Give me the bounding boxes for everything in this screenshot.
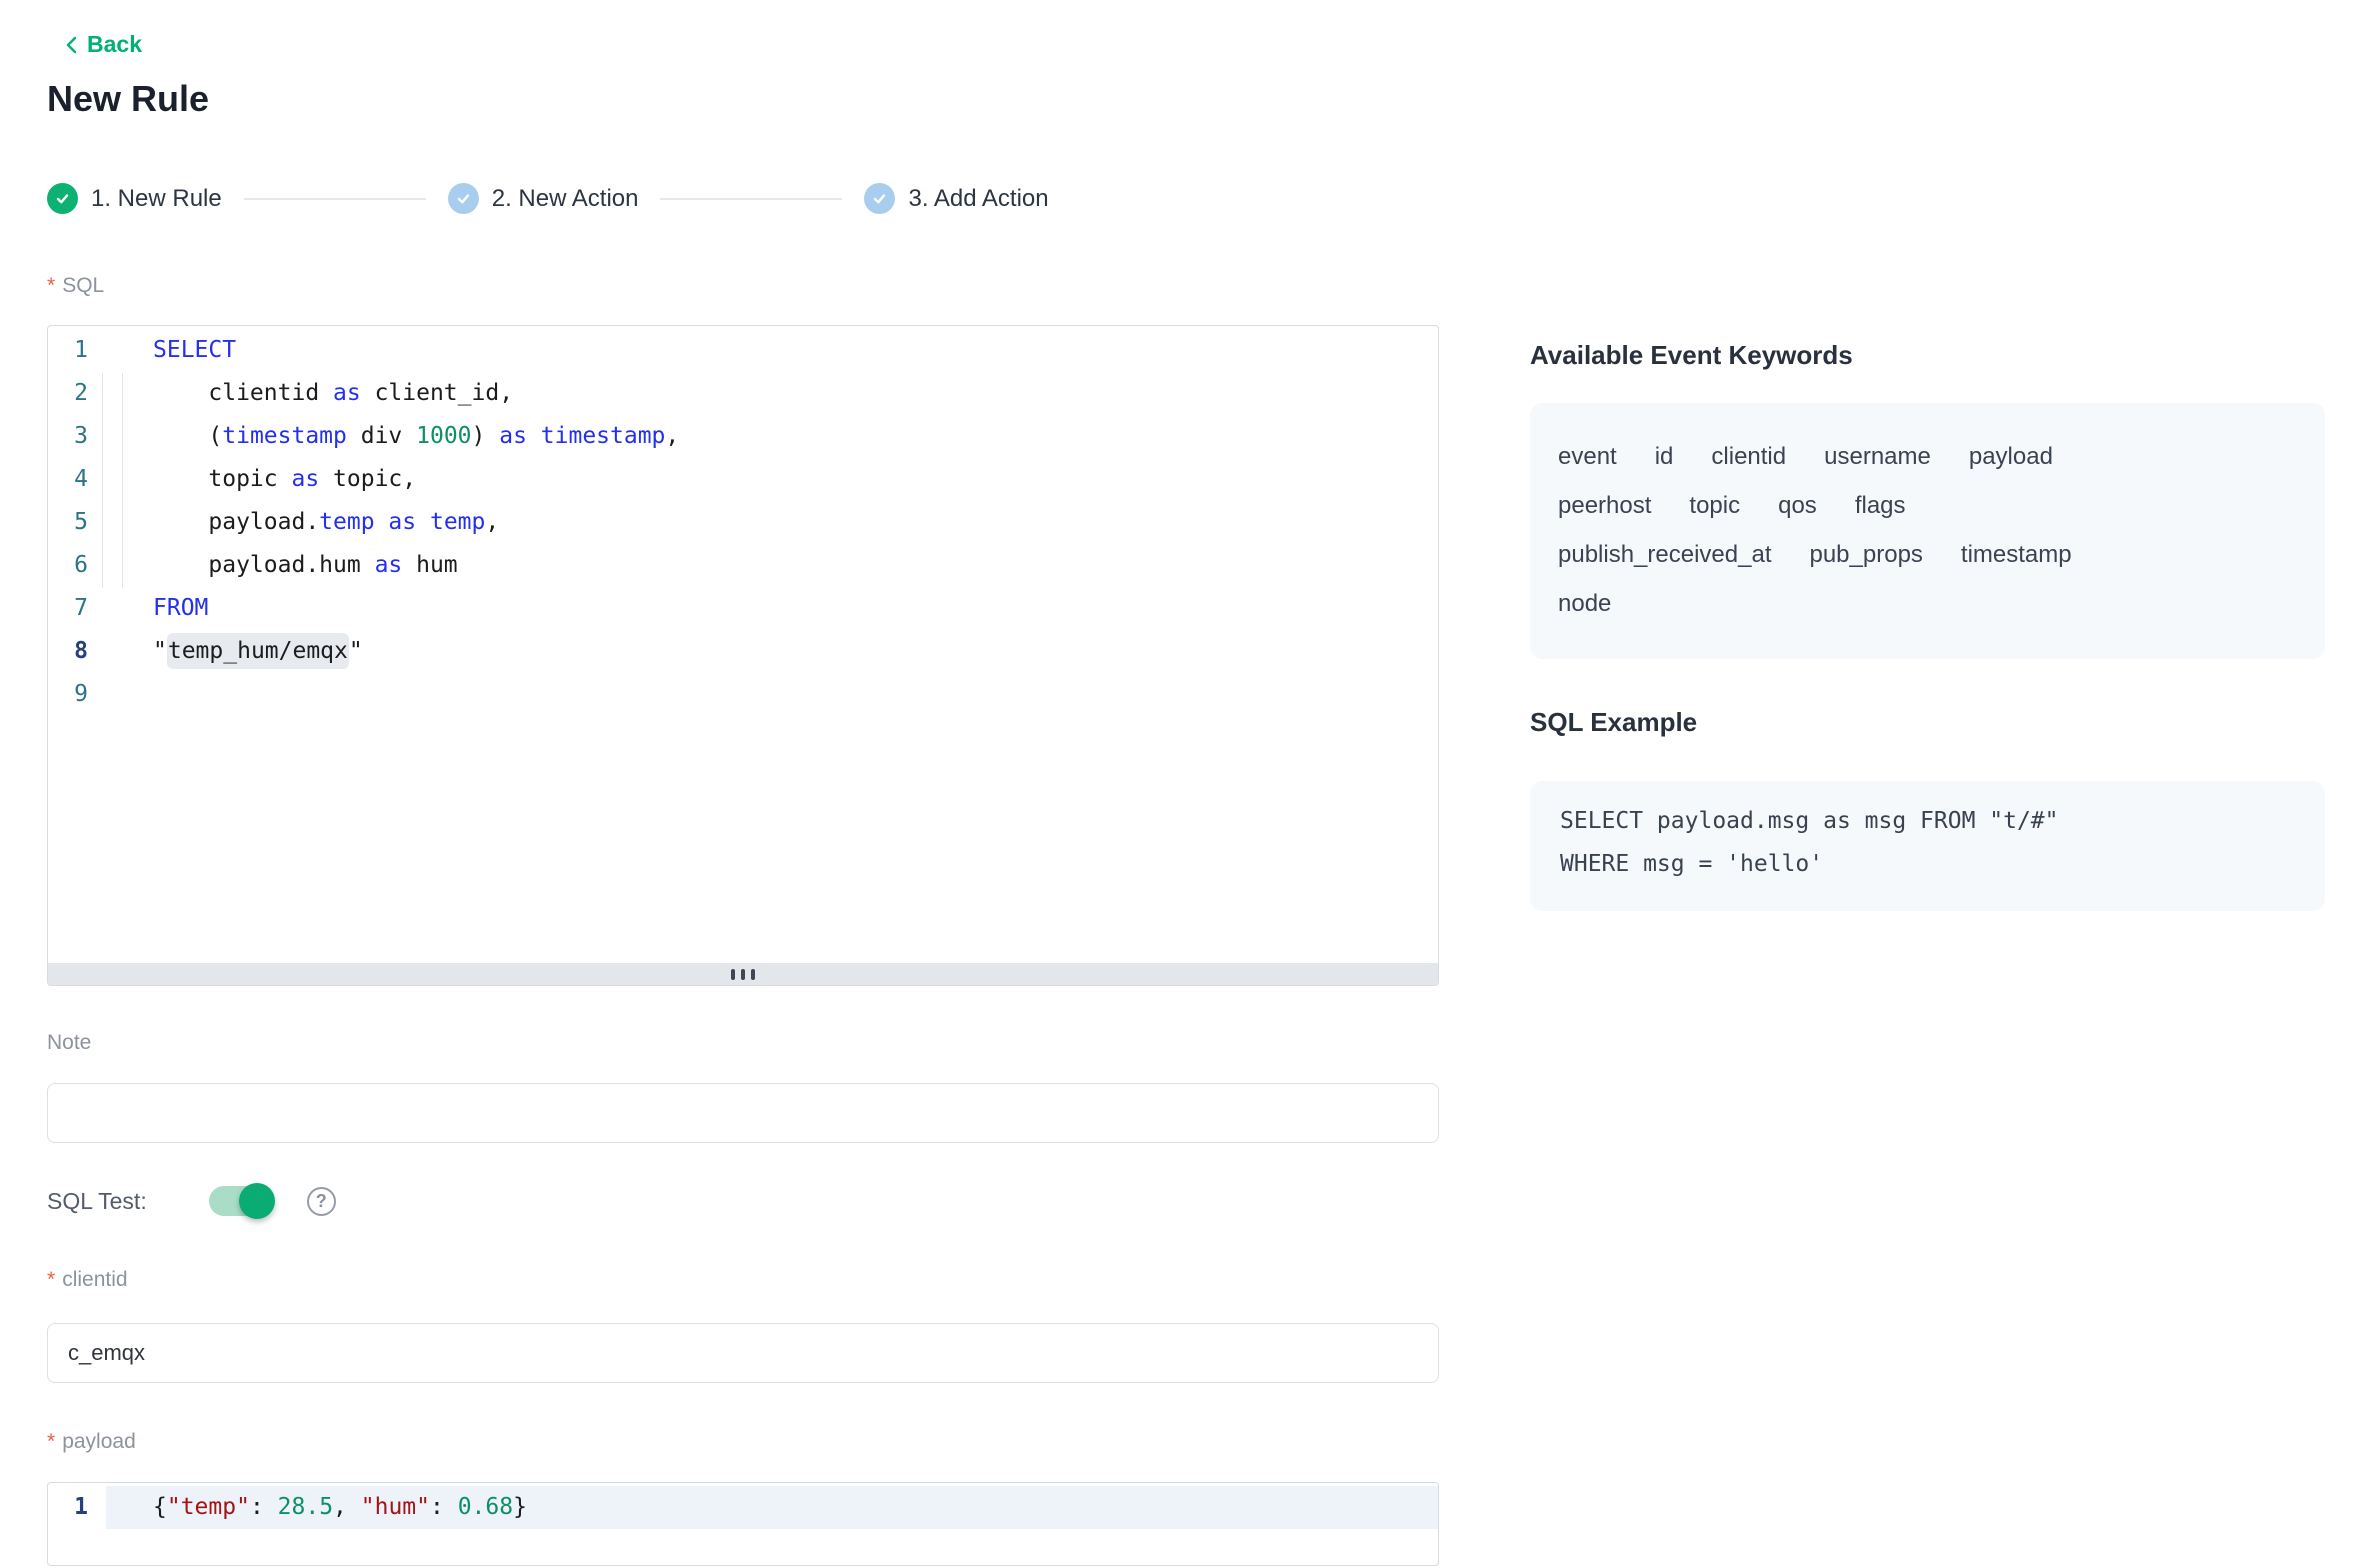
sql-example-panel: SELECT payload.msg as msg FROM "t/#" WHE… (1530, 781, 2325, 911)
sql-example-title: SQL Example (1530, 707, 1697, 738)
line-number: 2 (48, 372, 106, 415)
check-circle-icon (448, 183, 479, 214)
line-number: 5 (48, 501, 106, 544)
line-content: {"temp": 28.5, "hum": 0.68} (106, 1486, 1438, 1529)
keyword-item: peerhost (1558, 481, 1651, 530)
payload-field-label: *payload (47, 1430, 136, 1454)
code-line: 2 clientid as client_id, (48, 372, 1438, 415)
line-content (106, 673, 1438, 716)
line-number: 8 (48, 630, 106, 673)
line-content: clientid as client_id, (106, 372, 1438, 415)
sql-code-area[interactable]: 1SELECT2 clientid as client_id,3 (timest… (48, 326, 1438, 716)
back-label: Back (87, 31, 142, 58)
check-circle-icon (47, 183, 78, 214)
sql-test-toggle[interactable] (209, 1186, 273, 1216)
keyword-item: pub_props (1809, 530, 1922, 579)
step-connector (660, 198, 842, 200)
code-line: 3 (timestamp div 1000) as timestamp, (48, 415, 1438, 458)
line-number: 7 (48, 587, 106, 630)
line-number: 1 (48, 329, 106, 372)
note-field-label: Note (47, 1031, 91, 1055)
step-new-rule[interactable]: 1. New Rule (47, 183, 222, 214)
help-icon[interactable]: ? (307, 1187, 336, 1216)
step-label: 3. Add Action (908, 185, 1048, 213)
keywords-panel-title: Available Event Keywords (1530, 340, 1853, 371)
keyword-item: node (1558, 579, 1611, 628)
line-content: "temp_hum/emqx" (106, 630, 1438, 673)
step-add-action[interactable]: 3. Add Action (864, 183, 1048, 214)
clientid-input[interactable] (47, 1323, 1439, 1383)
line-content: (timestamp div 1000) as timestamp, (106, 415, 1438, 458)
sql-example-line: WHERE msg = 'hello' (1560, 843, 2295, 886)
sql-test-label: SQL Test: (47, 1188, 147, 1215)
indent-guide (122, 373, 123, 588)
sql-test-row: SQL Test: ? (47, 1186, 336, 1216)
sql-example-line: SELECT payload.msg as msg FROM "t/#" (1560, 800, 2295, 843)
code-line: 5 payload.temp as temp, (48, 501, 1438, 544)
step-new-action[interactable]: 2. New Action (448, 183, 639, 214)
line-content: SELECT (106, 329, 1438, 372)
line-content: payload.hum as hum (106, 544, 1438, 587)
keyword-item: username (1824, 432, 1931, 481)
code-line: 7FROM (48, 587, 1438, 630)
keyword-item: flags (1855, 481, 1906, 530)
keyword-item: publish_received_at (1558, 530, 1771, 579)
keyword-item: payload (1969, 432, 2053, 481)
keyword-item: clientid (1711, 432, 1786, 481)
sql-field-label: *SQL (47, 274, 104, 298)
keyword-row: node (1558, 579, 2297, 628)
keyword-item: qos (1778, 481, 1817, 530)
line-content: FROM (106, 587, 1438, 630)
required-marker: * (47, 274, 55, 297)
line-content: payload.temp as temp, (106, 501, 1438, 544)
step-label: 2. New Action (492, 185, 639, 213)
line-number: 1 (48, 1486, 106, 1529)
required-marker: * (47, 1268, 55, 1291)
toggle-knob (239, 1183, 275, 1219)
keyword-row: peerhost topic qos flags (1558, 481, 2297, 530)
code-line: 8"temp_hum/emqx" (48, 630, 1438, 673)
note-input[interactable] (47, 1083, 1439, 1143)
line-number: 9 (48, 673, 106, 716)
chevron-left-icon (64, 35, 79, 55)
line-number: 4 (48, 458, 106, 501)
required-marker: * (47, 1430, 55, 1453)
code-line: 9 (48, 673, 1438, 716)
line-number: 3 (48, 415, 106, 458)
clientid-field-label: *clientid (47, 1268, 128, 1292)
step-wizard: 1. New Rule 2. New Action 3. Add Action (47, 183, 1049, 214)
keyword-row: publish_received_at pub_props timestamp (1558, 530, 2297, 579)
keyword-item: event (1558, 432, 1617, 481)
keyword-row: eventid clientid username payload (1558, 432, 2297, 481)
indent-guide (102, 373, 103, 588)
payload-code-editor[interactable]: 1{"temp": 28.5, "hum": 0.68} (47, 1482, 1439, 1566)
editor-resize-handle[interactable] (48, 963, 1438, 985)
keyword-item: timestamp (1961, 530, 2072, 579)
keyword-item: id (1655, 432, 1674, 481)
code-line: 1{"temp": 28.5, "hum": 0.68} (48, 1486, 1438, 1529)
page-title: New Rule (47, 78, 209, 120)
line-number: 6 (48, 544, 106, 587)
code-line: 4 topic as topic, (48, 458, 1438, 501)
code-line: 1SELECT (48, 329, 1438, 372)
keywords-panel: eventid clientid username payload peerhost to… (1530, 403, 2325, 659)
sql-code-editor[interactable]: 1SELECT2 clientid as client_id,3 (timest… (47, 325, 1439, 986)
step-label: 1. New Rule (91, 185, 222, 213)
code-line: 6 payload.hum as hum (48, 544, 1438, 587)
keyword-item: topic (1689, 481, 1740, 530)
check-circle-icon (864, 183, 895, 214)
line-content: topic as topic, (106, 458, 1438, 501)
back-link[interactable]: Back (64, 31, 142, 58)
payload-code-area[interactable]: 1{"temp": 28.5, "hum": 0.68} (48, 1483, 1438, 1529)
step-connector (244, 198, 426, 200)
